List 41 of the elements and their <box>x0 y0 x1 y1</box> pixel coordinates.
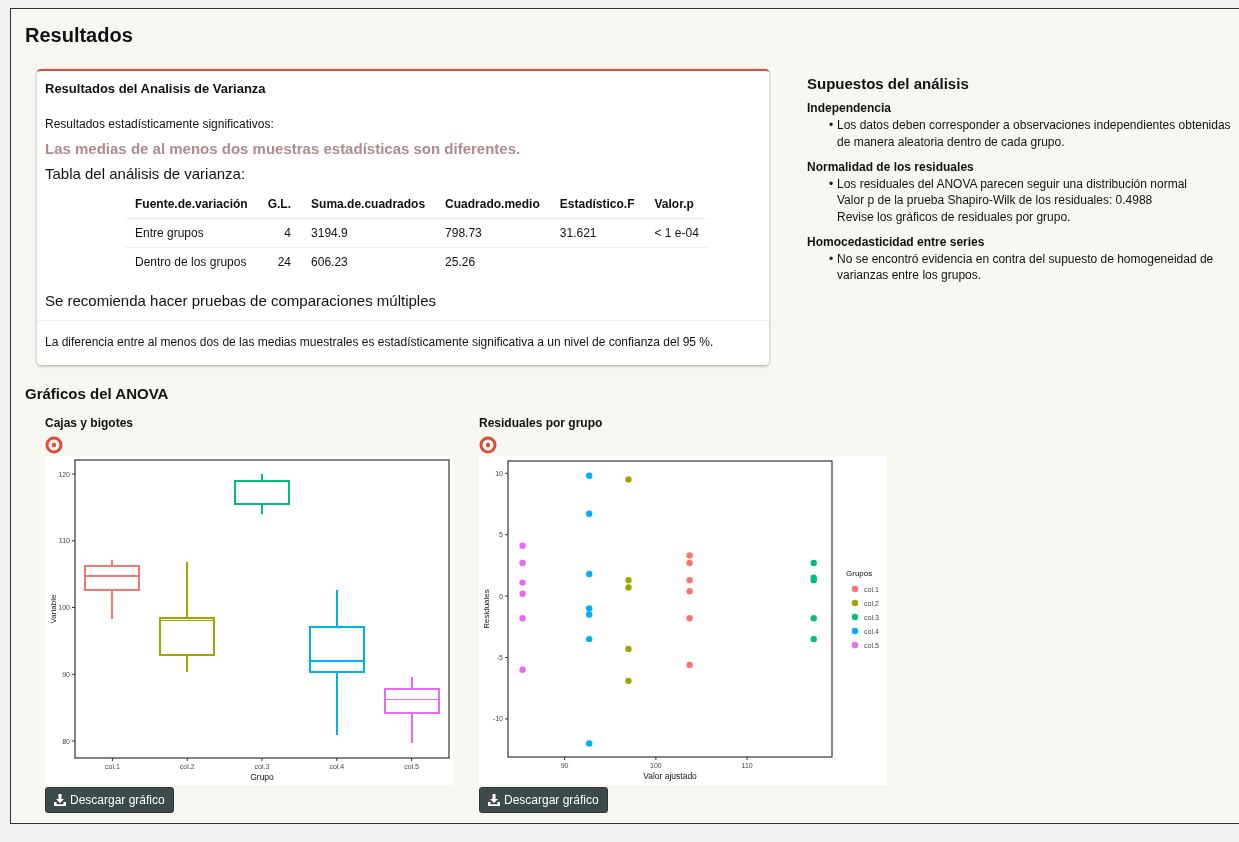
intro-text: Resultados estadísticamente significativos: <box>45 115 275 133</box>
bullet-marker: • <box>829 176 835 194</box>
page-title: Resultados <box>25 23 134 47</box>
axis-title: Variable <box>49 594 58 624</box>
bullet-marker: • <box>829 117 835 135</box>
axis-title: Valor ajustado <box>643 770 697 781</box>
table-cell: < 1 e-04 <box>644 218 709 247</box>
table-title: Tabla del análisis de varianza: <box>45 164 247 184</box>
plot-title: Residuales por grupo <box>479 415 604 430</box>
subsection-heading: Independencia <box>807 101 893 116</box>
bullet-text: Los datos deben corresponder a observaciones independientes obtenidas de manera aleatoria dentro de cada grupo. <box>837 117 1231 150</box>
table-cell: Dentro de los grupos <box>125 247 258 276</box>
legend-title: Grupos <box>846 568 873 578</box>
table-cell: 31.621 <box>549 218 645 247</box>
section-title: Gráficos del ANOVA <box>25 384 170 404</box>
table-cell: 25.26 <box>435 247 550 276</box>
headline-text: Las medias de al menos dos muestras estadísticas son diferentes. <box>45 138 522 159</box>
section-title: Supuestos del análisis <box>807 75 970 93</box>
subsection-heading: Homocedasticidad entre series <box>807 234 986 250</box>
bullet-text: No se encontró evidencia en contra del supuesto de homogeneidad de varianzas entre los grupos. <box>837 251 1215 284</box>
column-header: Fuente.de.variación <box>125 189 258 218</box>
column-header: Cuadrado.medio <box>435 189 550 218</box>
column-header: Suma.de.cuadrados <box>301 189 436 218</box>
table-cell: 4 <box>257 218 302 247</box>
axis-title: Grupo <box>250 771 274 782</box>
table-cell: 24 <box>257 247 302 276</box>
table-cell: 606.23 <box>301 247 436 276</box>
table-cell: Entre grupos <box>125 218 258 247</box>
table-cell: 798.73 <box>435 218 550 247</box>
bullet-marker: • <box>829 251 835 269</box>
bullet-text: Los residuales del ANOVA parecen seguir una distribución normal Valor p de la prueba Shapiro-Wilk de los residuales: 0.4988 Revise los gráficos de residuales por grupo. <box>837 176 1187 225</box>
plot-title: Cajas y bigotes <box>45 415 135 430</box>
column-header: G.L. <box>257 189 302 218</box>
footer-text: La diferencia entre al menos dos de las medias muestrales es estadísticamente significativa a un nivel de confianza del 95 %. <box>37 320 769 365</box>
recommendation-text: Se recomienda hacer pruebas de comparaciones múltiples <box>45 290 438 311</box>
card-title: Resultados del Analisis de Varianza <box>45 80 267 98</box>
axis-title: Residuales <box>482 589 491 629</box>
table-cell: 3194.9 <box>301 218 436 247</box>
column-header: Valor.p <box>644 189 709 218</box>
subsection-heading: Normalidad de los residuales <box>807 159 975 175</box>
column-header: Estadístico.F <box>549 189 645 218</box>
